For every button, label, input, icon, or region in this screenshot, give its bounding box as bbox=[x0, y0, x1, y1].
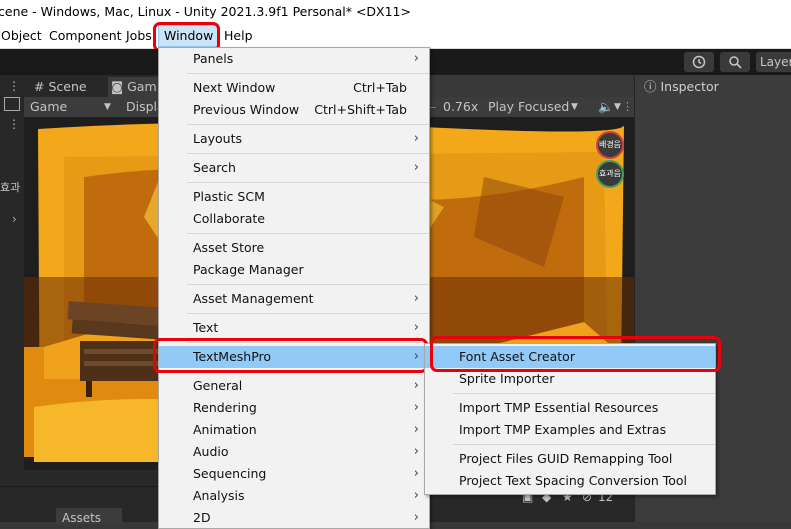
hierarchy-strip: ⋮ ⋮ 효과 › bbox=[0, 75, 24, 470]
chevron-right-icon: › bbox=[413, 131, 419, 146]
search-icon bbox=[729, 56, 742, 69]
kebab-menu-icon[interactable]: ⋮ bbox=[622, 97, 634, 117]
menu-component[interactable]: Component bbox=[49, 24, 122, 48]
menu-item-animation[interactable]: Animation › bbox=[159, 419, 429, 441]
menu-item-search[interactable]: Search › bbox=[159, 157, 429, 179]
speaker-icon[interactable]: 🔈 bbox=[598, 97, 614, 117]
chevron-right-icon: › bbox=[413, 51, 419, 66]
menu-bar: Object Component Jobs Window Help bbox=[0, 24, 791, 49]
chevron-right-icon: › bbox=[413, 378, 419, 393]
info-icon: ⓘ bbox=[644, 79, 657, 94]
menu-item-next-window[interactable]: Next Window Ctrl+Tab bbox=[159, 77, 429, 99]
separator bbox=[187, 313, 429, 314]
chevron-right-icon: › bbox=[413, 400, 419, 415]
sfx-toggle-label[interactable]: 효과음 bbox=[598, 168, 622, 179]
textmeshpro-submenu: Font Asset Creator Sprite Importer Impor… bbox=[424, 343, 716, 495]
chevron-right-icon: › bbox=[413, 466, 419, 481]
menu-item-audio[interactable]: Audio › bbox=[159, 441, 429, 463]
menu-item-general[interactable]: General › bbox=[159, 375, 429, 397]
panel-icon[interactable] bbox=[4, 97, 20, 111]
chevron-right-icon: › bbox=[413, 291, 419, 306]
menu-item-asset-store[interactable]: Asset Store bbox=[159, 237, 429, 259]
separator bbox=[187, 342, 429, 343]
menu-window[interactable]: Window bbox=[158, 25, 220, 47]
play-mode-dropdown[interactable]: Play Focused bbox=[488, 97, 569, 117]
menu-item-panels[interactable]: Panels › bbox=[159, 48, 429, 70]
separator bbox=[187, 153, 429, 154]
menu-item-package-manager[interactable]: Package Manager bbox=[159, 259, 429, 281]
history-icon bbox=[692, 55, 706, 69]
grid-icon: # bbox=[34, 79, 45, 94]
menu-item-collaborate[interactable]: Collaborate bbox=[159, 208, 429, 230]
layers-dropdown[interactable]: Layer bbox=[756, 52, 791, 72]
chevron-right-icon: › bbox=[413, 510, 419, 525]
menu-item-layouts[interactable]: Layouts › bbox=[159, 128, 429, 150]
separator bbox=[187, 284, 429, 285]
chevron-down-icon[interactable]: ▼ bbox=[614, 97, 621, 117]
view-tabs: # Scene ◙ Gam bbox=[24, 75, 163, 97]
chevron-right-icon: › bbox=[413, 422, 419, 437]
separator bbox=[187, 233, 429, 234]
menu-item-sprite-importer[interactable]: Sprite Importer bbox=[425, 368, 715, 390]
chevron-right-icon: › bbox=[413, 160, 419, 175]
separator bbox=[453, 444, 715, 445]
separator bbox=[187, 124, 429, 125]
separator bbox=[453, 393, 715, 394]
menu-item-plastic-scm[interactable]: Plastic SCM bbox=[159, 186, 429, 208]
display-mode-dropdown[interactable]: Game bbox=[30, 97, 67, 117]
gamepad-icon: ◙ bbox=[111, 79, 124, 94]
separator bbox=[187, 182, 429, 183]
menu-item-text-spacing-conversion-tool[interactable]: Project Text Spacing Conversion Tool bbox=[425, 470, 715, 492]
scale-slider[interactable]: – bbox=[430, 97, 436, 117]
menu-item-import-tmp-essentials[interactable]: Import TMP Essential Resources bbox=[425, 397, 715, 419]
search-button[interactable] bbox=[720, 52, 750, 72]
kebab-menu-icon[interactable]: ⋮ bbox=[8, 117, 20, 131]
menu-item-text[interactable]: Text › bbox=[159, 317, 429, 339]
chevron-down-icon[interactable]: ▼ bbox=[104, 97, 111, 117]
title-bar: cene - Windows, Mac, Linux - Unity 2021.… bbox=[0, 0, 791, 24]
chevron-down-icon[interactable]: ▼ bbox=[571, 97, 578, 117]
window-menu-dropdown: Panels › Next Window Ctrl+Tab Previous Win… bbox=[158, 47, 430, 529]
chevron-right-icon: › bbox=[413, 349, 419, 364]
menu-item-previous-window[interactable]: Previous Window Ctrl+Shift+Tab bbox=[159, 99, 429, 121]
menu-item-textmeshpro[interactable]: TextMeshPro › bbox=[159, 346, 429, 368]
history-button[interactable] bbox=[684, 52, 714, 72]
tab-scene[interactable]: # Scene bbox=[34, 77, 87, 97]
menu-item-guid-remapping-tool[interactable]: Project Files GUID Remapping Tool bbox=[425, 448, 715, 470]
menu-item-import-tmp-examples[interactable]: Import TMP Examples and Extras bbox=[425, 419, 715, 441]
chevron-right-icon: › bbox=[413, 488, 419, 503]
menu-item-analysis[interactable]: Analysis › bbox=[159, 485, 429, 507]
menu-item-rendering[interactable]: Rendering › bbox=[159, 397, 429, 419]
menu-help[interactable]: Help bbox=[224, 24, 253, 48]
menu-item-font-asset-creator[interactable]: Font Asset Creator bbox=[425, 346, 715, 368]
tab-inspector[interactable]: ⓘ Inspector bbox=[636, 76, 754, 97]
chevron-right-icon: › bbox=[413, 444, 419, 459]
music-toggle-label[interactable]: 배경음 bbox=[598, 139, 622, 150]
hierarchy-item-label[interactable]: 효과 bbox=[0, 179, 20, 195]
tab-game[interactable]: ◙ Gam bbox=[108, 77, 163, 97]
scale-value: 0.76x bbox=[443, 99, 479, 114]
chevron-right-icon[interactable]: › bbox=[12, 212, 17, 226]
chevron-right-icon: › bbox=[413, 320, 419, 335]
separator bbox=[187, 371, 429, 372]
kebab-menu-icon[interactable]: ⋮ bbox=[8, 79, 20, 93]
menu-item-asset-management[interactable]: Asset Management › bbox=[159, 288, 429, 310]
menu-jobs[interactable]: Jobs bbox=[126, 24, 152, 48]
menu-object[interactable]: Object bbox=[1, 24, 42, 48]
menu-item-2d[interactable]: 2D › bbox=[159, 507, 429, 529]
separator bbox=[187, 73, 429, 74]
window-title: cene - Windows, Mac, Linux - Unity 2021.… bbox=[0, 4, 411, 19]
menu-item-sequencing[interactable]: Sequencing › bbox=[159, 463, 429, 485]
